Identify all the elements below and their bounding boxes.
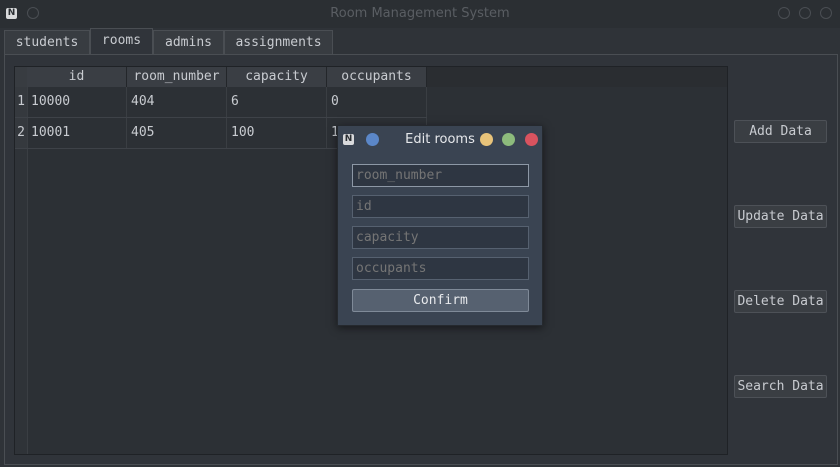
- table-cell[interactable]: 6: [227, 87, 327, 117]
- edit-rooms-dialog[interactable]: N Edit rooms Confirm: [337, 125, 543, 326]
- row-number[interactable]: 2: [15, 118, 27, 148]
- column-header-room-number[interactable]: room_number: [127, 67, 227, 87]
- table-cell[interactable]: 10001: [27, 118, 127, 148]
- close-button[interactable]: [525, 133, 538, 146]
- title-bar: N Room Management System: [0, 0, 840, 28]
- maximize-button[interactable]: [502, 133, 515, 146]
- tab-assignments[interactable]: assignments: [224, 30, 333, 55]
- search-data-button[interactable]: Search Data: [734, 375, 827, 398]
- id-input[interactable]: [352, 195, 529, 218]
- tab-students[interactable]: students: [4, 30, 90, 55]
- add-data-button[interactable]: Add Data: [734, 120, 827, 143]
- capacity-input[interactable]: [352, 226, 529, 249]
- table-cell[interactable]: 405: [127, 118, 227, 148]
- minimize-button[interactable]: [480, 133, 493, 146]
- maximize-button[interactable]: [799, 7, 811, 19]
- window-title: Room Management System: [330, 6, 510, 21]
- row-number[interactable]: 1: [15, 87, 27, 117]
- tab-admins[interactable]: admins: [153, 30, 224, 55]
- update-data-button[interactable]: Update Data: [734, 205, 827, 228]
- table-corner[interactable]: [15, 67, 27, 87]
- minimize-button[interactable]: [778, 7, 790, 19]
- table-cell[interactable]: 404: [127, 87, 227, 117]
- table-cell[interactable]: 10000: [27, 87, 127, 117]
- tab-bar: students rooms admins assignments: [0, 28, 840, 56]
- confirm-button[interactable]: Confirm: [352, 289, 529, 312]
- table-cell[interactable]: 100: [227, 118, 327, 148]
- column-header-id[interactable]: id: [27, 67, 127, 87]
- column-header-occupants[interactable]: occupants: [327, 67, 427, 87]
- close-button[interactable]: [820, 7, 832, 19]
- occupants-input[interactable]: [352, 257, 529, 280]
- column-header-capacity[interactable]: capacity: [227, 67, 327, 87]
- tab-rooms[interactable]: rooms: [90, 28, 153, 56]
- room-number-input[interactable]: [352, 164, 529, 187]
- table-cell[interactable]: 0: [327, 87, 427, 117]
- header-filler: [427, 67, 727, 87]
- delete-data-button[interactable]: Delete Data: [734, 290, 827, 313]
